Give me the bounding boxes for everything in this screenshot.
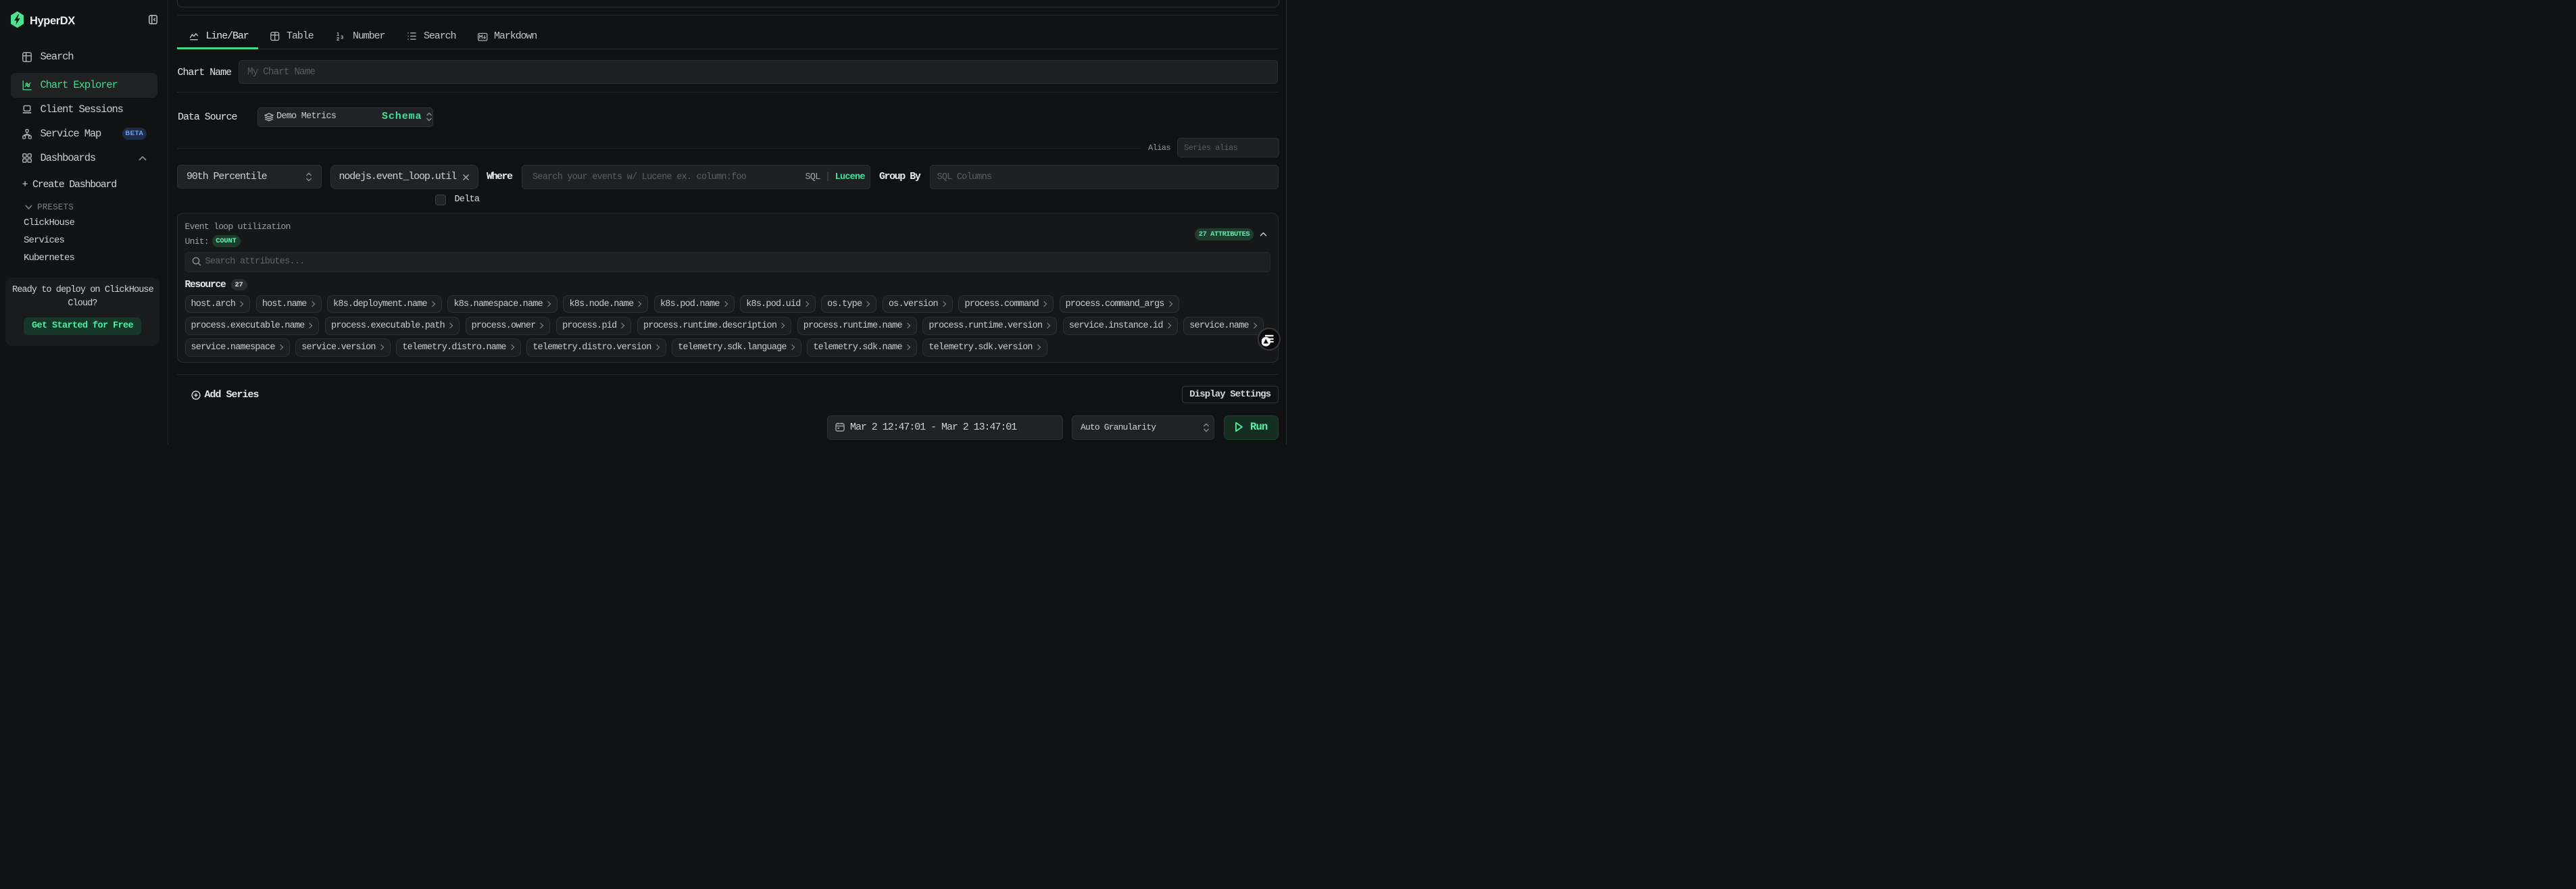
svg-text:2: 2 <box>337 36 339 41</box>
svg-text:3: 3 <box>341 34 343 40</box>
